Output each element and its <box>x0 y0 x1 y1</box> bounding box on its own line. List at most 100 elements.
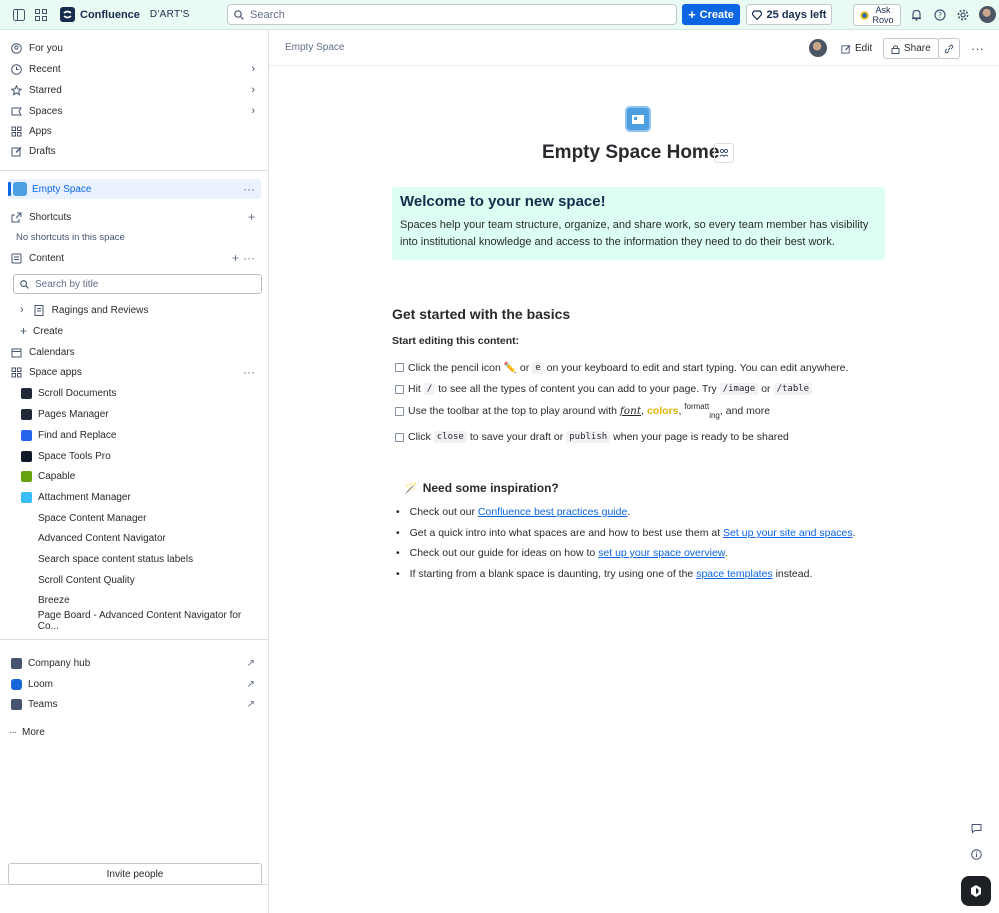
superscript-sample: formatt <box>684 401 710 411</box>
task-text: Click <box>408 431 431 443</box>
trial-button[interactable]: 25 days left <box>746 4 832 25</box>
comments-icon[interactable] <box>967 819 985 837</box>
notifications-bell-icon[interactable] <box>906 5 926 25</box>
sidebar-item-drafts[interactable]: Drafts <box>9 141 261 161</box>
share-button[interactable]: Share <box>883 38 939 59</box>
breadcrumb[interactable]: Empty Space <box>285 42 344 53</box>
sidebar-toggle-icon[interactable] <box>9 5 29 25</box>
invite-people-button[interactable]: Invite people <box>8 863 262 885</box>
rovo-chat-icon <box>971 885 981 897</box>
app-item-breeze[interactable]: Breeze <box>9 590 261 610</box>
shortcut-icon <box>9 210 23 224</box>
sidebar-item-recent[interactable]: Recent › <box>9 59 261 79</box>
space-tools-pro-icon <box>21 450 32 462</box>
sidebar-link-company-hub[interactable]: Company hub ↗ <box>9 653 261 673</box>
apps-icon <box>9 124 23 138</box>
clock-icon <box>9 62 23 76</box>
add-content-plus-icon[interactable]: + <box>232 251 239 265</box>
sidebar-item-label: Shortcuts <box>29 211 72 223</box>
add-shortcut-plus-icon[interactable]: + <box>248 210 255 224</box>
sidebar-item-shortcuts[interactable]: Shortcuts + <box>9 207 261 227</box>
app-item-advanced-content-navigator[interactable]: Advanced Content Navigator <box>9 528 261 548</box>
content-search-input[interactable]: Search by title <box>13 274 262 294</box>
user-circle-icon <box>9 41 23 55</box>
app-item-space-tools-pro[interactable]: Space Tools Pro <box>9 446 261 466</box>
task-checkbox[interactable] <box>395 432 404 442</box>
sidebar-item-calendars[interactable]: Calendars <box>9 342 261 362</box>
app-item-scroll-documents[interactable]: Scroll Documents <box>9 383 261 403</box>
pages-manager-icon <box>21 408 32 420</box>
app-item-attachment-manager[interactable]: Attachment Manager <box>9 487 261 507</box>
list-item: Check out our guide for ideas on how to … <box>396 547 728 559</box>
chevron-right-icon[interactable]: › <box>20 304 24 316</box>
sidebar-divider <box>0 639 268 640</box>
bookmark-icon <box>11 657 22 669</box>
ask-rovo-label-1: Ask <box>875 5 891 15</box>
more-actions-icon[interactable]: ··· <box>243 251 255 265</box>
task-item-2: Hit / to see all the types of content yo… <box>395 383 815 395</box>
sidebar-item-label: Space apps <box>29 366 82 378</box>
app-item-find-and-replace[interactable]: Find and Replace <box>9 425 261 445</box>
more-actions-icon[interactable]: ··· <box>971 38 984 59</box>
sidebar-divider <box>0 170 268 171</box>
app-item-page-board[interactable]: Page Board - Advanced Content Navigator … <box>9 610 261 632</box>
task-item-4: Click close to save your draft or publis… <box>395 431 789 443</box>
app-item-space-content-manager[interactable]: Space Content Manager <box>9 508 261 528</box>
app-item-pages-manager[interactable]: Pages Manager <box>9 404 261 424</box>
bullet-text: Check out our guide for ideas on how to <box>409 547 596 559</box>
bullet-text: Check out our <box>409 506 475 518</box>
sidebar-item-label: Drafts <box>29 145 56 157</box>
space-overview-link[interactable]: set up your space overview <box>598 547 725 559</box>
sidebar-item-more[interactable]: ··· More <box>9 722 261 742</box>
confluence-home-link[interactable]: Confluence D'ART'S <box>60 7 190 22</box>
sidebar-link-loom[interactable]: Loom ↗ <box>9 674 261 694</box>
edit-button[interactable]: Edit <box>841 38 872 59</box>
start-editing-heading: Start editing this content: <box>392 335 520 347</box>
brand-name: Confluence <box>80 8 140 21</box>
user-avatar[interactable] <box>979 6 996 23</box>
app-switcher-icon[interactable] <box>31 5 51 25</box>
attachment-manager-icon <box>21 491 32 503</box>
sidebar-item-label: Calendars <box>29 346 75 358</box>
page-type-icon[interactable] <box>714 143 734 163</box>
collaborator-avatar[interactable] <box>809 39 827 57</box>
sidebar-item-for-you[interactable]: For you <box>9 38 261 58</box>
app-item-scroll-content-quality[interactable]: Scroll Content Quality <box>9 570 261 590</box>
search-icon <box>20 279 29 289</box>
create-button[interactable]: + Create <box>682 4 740 25</box>
tree-item-page[interactable]: › Ragings and Reviews <box>20 300 261 320</box>
sidebar-item-label: Loom <box>28 678 54 690</box>
sidebar-link-teams[interactable]: Teams ↗ <box>9 694 261 714</box>
tree-create-button[interactable]: + Create <box>20 321 261 341</box>
setup-site-link[interactable]: Set up your site and spaces <box>723 527 853 539</box>
app-item-search-status-labels[interactable]: Search space content status labels <box>9 549 261 569</box>
task-checkbox[interactable] <box>395 384 404 394</box>
sidebar-item-apps[interactable]: Apps <box>9 121 261 141</box>
task-checkbox[interactable] <box>395 363 404 372</box>
sidebar-item-starred[interactable]: Starred › <box>9 80 261 100</box>
bullet-text: Get a quick intro into what spaces are a… <box>409 527 721 539</box>
sidebar-item-current-space[interactable]: Empty Space ··· <box>8 179 261 199</box>
task-item-3: Use the toolbar at the top to play aroun… <box>395 401 770 420</box>
app-item-capable[interactable]: Capable <box>9 466 261 486</box>
task-checkbox[interactable] <box>395 406 404 416</box>
external-link-icon: ↗ <box>246 657 255 669</box>
task-text: to see all the types of content you can … <box>438 383 717 395</box>
help-icon[interactable]: ? <box>930 5 950 25</box>
rovo-chat-button[interactable] <box>961 876 991 906</box>
best-practices-link[interactable]: Confluence best practices guide <box>478 506 627 518</box>
inline-code: e <box>532 361 544 374</box>
sidebar-item-content[interactable]: Content + ··· <box>9 248 261 268</box>
copy-link-button[interactable] <box>938 38 960 59</box>
more-actions-icon[interactable]: ··· <box>243 182 255 196</box>
settings-gear-icon[interactable] <box>953 5 973 25</box>
trial-label: 25 days left <box>766 8 827 21</box>
sidebar-item-space-apps[interactable]: Space apps ··· <box>9 362 261 382</box>
sidebar-item-spaces[interactable]: Spaces › <box>9 101 261 121</box>
more-actions-icon[interactable]: ··· <box>243 365 255 379</box>
ask-rovo-button[interactable]: Ask Rovo <box>853 4 901 26</box>
space-templates-link[interactable]: space templates <box>696 568 772 580</box>
search-input[interactable]: Search <box>227 4 677 25</box>
info-icon[interactable] <box>967 845 985 863</box>
welcome-panel: Welcome to your new space! Spaces help y… <box>392 187 885 260</box>
